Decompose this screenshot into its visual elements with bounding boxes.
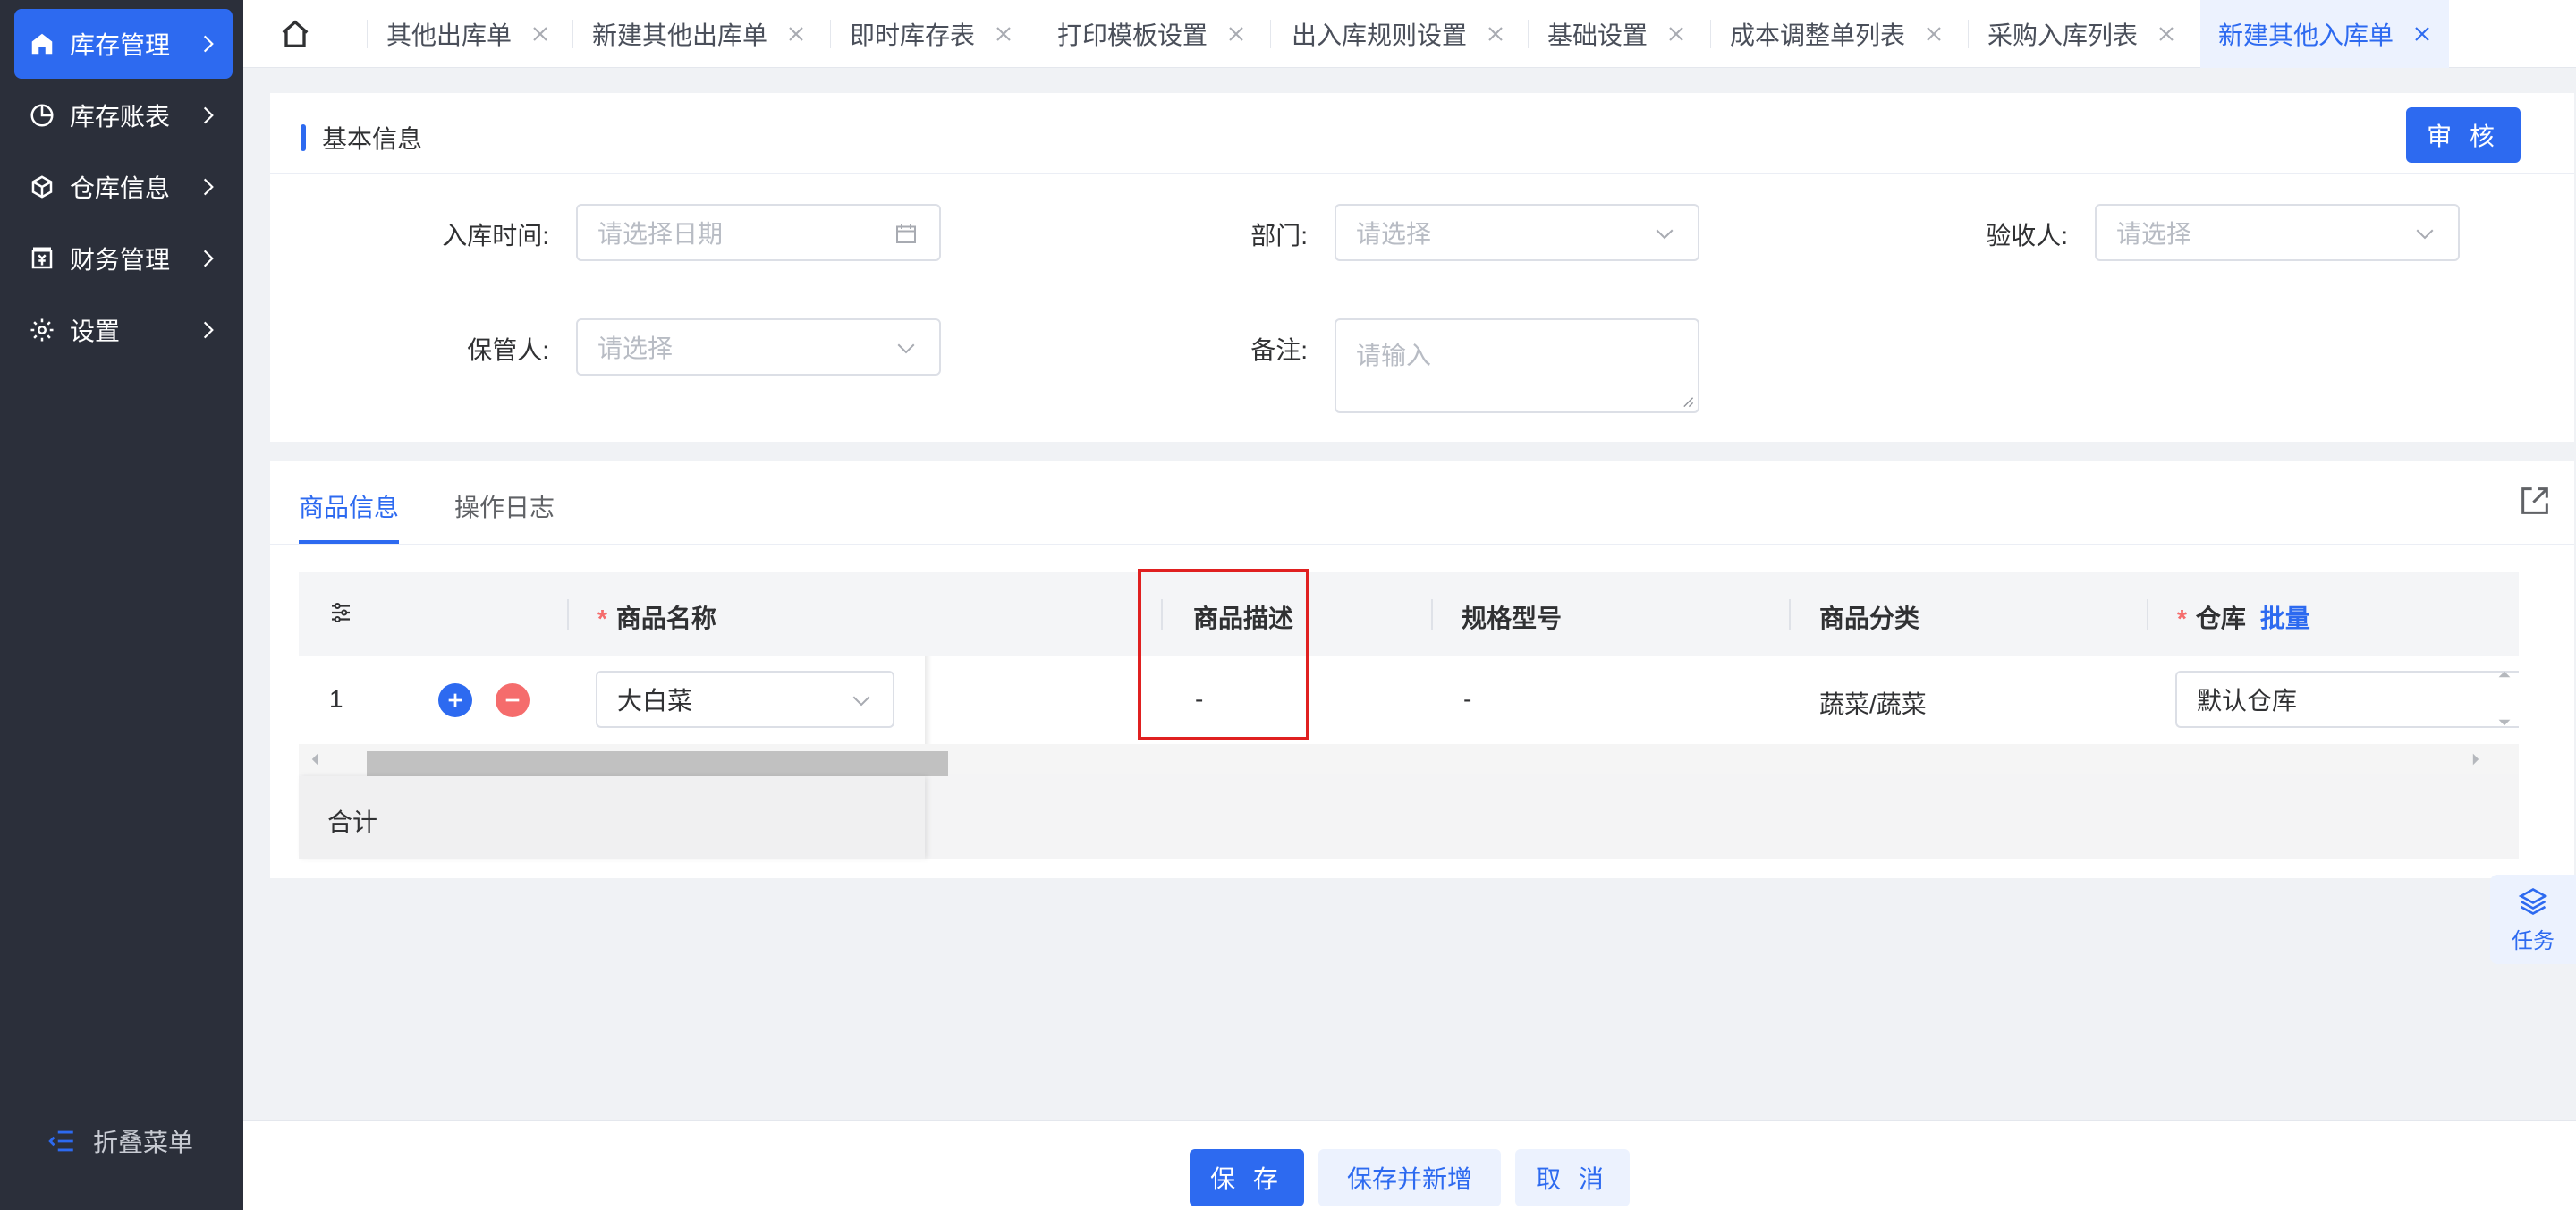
section-title: 基本信息	[301, 120, 422, 156]
tab-purchase-inbound-list[interactable]: 采购入库列表	[1987, 0, 2179, 68]
tab-io-rules[interactable]: 出入库规则设置	[1292, 0, 1508, 68]
in-time-date-picker[interactable]: 请选择日期	[576, 204, 941, 261]
column-header-category: 商品分类	[1819, 605, 1920, 632]
finance-icon	[29, 245, 55, 272]
remove-row-button[interactable]	[496, 683, 530, 717]
tab-other-outbound[interactable]: 其他出库单	[386, 0, 553, 68]
chevron-right-icon	[203, 321, 214, 339]
collapse-menu-icon	[48, 1130, 73, 1152]
goods-name-select[interactable]: 大白菜	[596, 671, 894, 728]
close-icon[interactable]	[784, 21, 809, 47]
summary-row: 合计	[299, 776, 2519, 859]
minus-icon	[505, 698, 520, 702]
close-icon[interactable]	[1664, 21, 1689, 47]
sidebar-item-warehouse-info[interactable]: 仓库信息	[14, 152, 233, 222]
close-icon[interactable]	[991, 21, 1016, 47]
sidebar-item-label: 库存管理	[70, 31, 171, 59]
layers-icon	[2518, 887, 2548, 915]
total-label: 合计	[327, 808, 378, 836]
table-row: 1 大白菜 - - 蔬菜/蔬菜 默认仓库	[299, 656, 2519, 744]
sidebar-item-label: 仓库信息	[70, 174, 171, 202]
warehouse-select[interactable]: 默认仓库	[2175, 671, 2519, 728]
sidebar-item-inventory-management[interactable]: 库存管理	[14, 9, 233, 79]
department-label: 部门:	[1250, 222, 1308, 250]
keeper-label: 保管人:	[467, 336, 549, 364]
table-header: * 商品名称 商品描述 规格型号 商品分类 * 仓库 批量	[299, 572, 2519, 656]
batch-link[interactable]: 批量	[2260, 605, 2310, 632]
tab-new-other-outbound[interactable]: 新建其他出库单	[592, 0, 809, 68]
sidebar-item-inventory-ledger[interactable]: 库存账表	[14, 80, 233, 150]
audit-button[interactable]: 审 核	[2406, 107, 2521, 163]
sidebar: 库存管理 库存账表 仓库信息 财务管理 设置 折叠菜单	[0, 0, 243, 1210]
tab-cost-adjust-list[interactable]: 成本调整单列表	[1730, 0, 1946, 68]
sidebar-item-settings[interactable]: 设置	[14, 295, 233, 365]
plus-icon	[448, 693, 462, 707]
close-icon[interactable]	[2410, 21, 2435, 47]
cube-icon	[29, 173, 55, 200]
sidebar-item-label: 设置	[70, 317, 121, 345]
sidebar-item-label: 财务管理	[70, 246, 171, 274]
close-icon[interactable]	[1224, 21, 1249, 47]
calendar-icon	[896, 224, 916, 243]
chevron-down-icon	[1656, 229, 1674, 240]
spec-cell: -	[1463, 685, 1472, 713]
horizontal-scrollbar[interactable]	[299, 744, 2519, 778]
save-button[interactable]: 保 存	[1190, 1149, 1304, 1206]
gear-icon	[29, 317, 55, 343]
highlight-box	[1138, 569, 1309, 740]
cancel-button[interactable]: 取 消	[1515, 1149, 1630, 1206]
chevron-down-icon	[852, 696, 870, 707]
remark-textarea[interactable]: 请输入	[1335, 318, 1699, 413]
column-header-name: * 商品名称	[597, 605, 716, 632]
category-cell: 蔬菜/蔬菜	[1819, 690, 1927, 718]
chevron-down-icon	[2416, 229, 2434, 240]
chevron-down-icon	[897, 343, 915, 354]
home-tab-icon[interactable]	[277, 16, 313, 52]
collapse-menu-button[interactable]: 折叠菜单	[47, 1123, 193, 1159]
row-index: 1	[329, 685, 343, 713]
task-float-button[interactable]: 任务	[2490, 875, 2576, 964]
scrollbar-thumb[interactable]	[367, 751, 948, 778]
close-icon[interactable]	[1483, 21, 1508, 47]
goods-panel: 商品信息 操作日志 * 商品名称 商品描述 规格型号 商品分类 * 仓库 批量 1	[270, 461, 2574, 878]
close-icon[interactable]	[2154, 21, 2179, 47]
save-and-new-button[interactable]: 保存并新增	[1318, 1149, 1501, 1206]
column-header-spec: 规格型号	[1462, 605, 1563, 632]
in-time-label: 入库时间:	[442, 222, 549, 250]
tab-new-other-inbound[interactable]: 新建其他入库单	[2200, 0, 2449, 68]
chevron-right-icon	[203, 106, 214, 124]
chevron-right-icon	[203, 35, 214, 53]
tab-operation-log[interactable]: 操作日志	[454, 488, 555, 524]
tab-basic-settings[interactable]: 基础设置	[1547, 0, 1689, 68]
home-icon	[29, 30, 55, 57]
add-row-button[interactable]	[438, 683, 472, 717]
chevron-right-icon	[203, 250, 214, 267]
department-select[interactable]: 请选择	[1335, 204, 1699, 261]
close-icon[interactable]	[1921, 21, 1946, 47]
scroll-left-icon[interactable]	[308, 752, 322, 766]
keeper-select[interactable]: 请选择	[576, 318, 941, 376]
column-header-warehouse: * 仓库 批量	[2177, 605, 2310, 632]
tab-realtime-stock[interactable]: 即时库存表	[850, 0, 1016, 68]
tab-print-template[interactable]: 打印模板设置	[1057, 0, 1249, 68]
chevron-right-icon	[203, 178, 214, 196]
close-icon[interactable]	[528, 21, 553, 47]
remark-label: 备注:	[1250, 336, 1308, 364]
footer-bar: 保 存 保存并新增 取 消	[243, 1120, 2576, 1210]
sidebar-item-label: 库存账表	[70, 103, 171, 131]
tab-goods-info[interactable]: 商品信息	[299, 488, 399, 524]
column-settings-icon[interactable]	[327, 599, 354, 626]
pie-chart-icon	[29, 102, 55, 129]
goods-table: *商品名称 商品描述 规格型号 商品分类 *仓库批量 1 大白菜 - -	[299, 572, 2519, 859]
scroll-up-icon[interactable]	[2497, 667, 2512, 681]
basic-info-panel: 基本信息 审 核 入库时间: 请选择日期 部门: 请选择 验收人: 请选择 保管…	[270, 93, 2574, 442]
resize-handle-icon[interactable]	[1682, 395, 1694, 408]
scroll-down-icon[interactable]	[2497, 715, 2512, 730]
sidebar-item-finance-management[interactable]: 财务管理	[14, 224, 233, 293]
inspector-select[interactable]: 请选择	[2095, 204, 2460, 261]
scroll-right-icon[interactable]	[2469, 752, 2483, 766]
collapse-menu-label: 折叠菜单	[93, 1129, 194, 1156]
inspector-label: 验收人:	[1986, 222, 2068, 250]
expand-icon[interactable]	[2517, 483, 2553, 519]
